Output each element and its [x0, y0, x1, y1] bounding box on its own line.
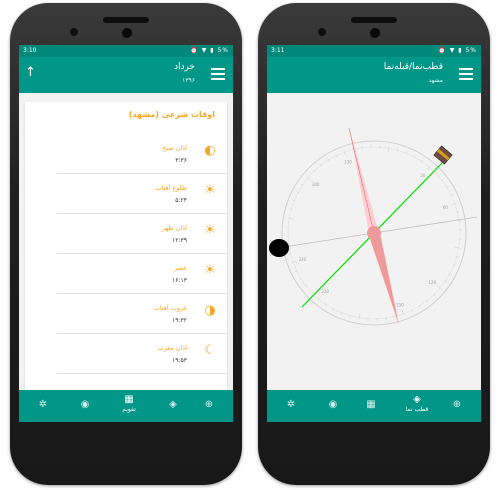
prayer-time: ۱۹:۵۳ — [172, 357, 187, 364]
needle-hub — [367, 226, 381, 240]
compass-tick — [287, 217, 294, 220]
compass-dial: 30 60 120 150 210 240 300 330 — [269, 127, 478, 326]
app-bar: ↑ خرداد ۱۳۹۶ — [19, 57, 233, 93]
nav-calendar-icon[interactable]: ▦ — [353, 390, 389, 422]
nav-compass-icon[interactable]: ◈ — [155, 390, 191, 422]
compass-tick-label: 330 — [344, 160, 352, 165]
needle-north — [349, 128, 379, 233]
bottom-nav: ⊕ ◈ قطب نما ▦ ◉ ✲ — [267, 390, 481, 422]
prayer-row: ☀ طلوع آفتاب ۵:۲۴ — [57, 175, 227, 214]
prayer-row: ☾ اذان مغرب ۱۹:۵۳ — [57, 335, 227, 374]
sun-icon: ☀ — [204, 263, 216, 278]
prayer-row: ☀ اذان ظهر ۱۲:۳۹ — [57, 215, 227, 254]
compass-tick — [397, 148, 399, 152]
card-title: اوقات شرعی (مشهد) — [128, 110, 215, 119]
compass-tick-label: 60 — [443, 205, 449, 210]
prayer-times-card: اوقات شرعی (مشهد) ◐ اذان صبح ۳:۳۶ ☀ طلوع آفت… — [25, 102, 227, 390]
status-icons: ⏰ ▼ ▮ 5% — [438, 47, 477, 54]
nav-globe-icon[interactable]: ◉ — [315, 390, 351, 422]
compass-area: 30 60 120 150 210 240 300 330 — [267, 93, 481, 390]
screen-compass: 3:11 ⏰ ▼ ▮ 5% قطب‌نما/قبله‌نما مشهد 30 60… — [267, 45, 481, 422]
sun-marker-icon — [269, 239, 289, 257]
kaaba-icon — [433, 145, 453, 165]
compass-tick-label: 300 — [312, 182, 320, 187]
compass-tick — [401, 309, 405, 316]
calendar-icon: ▦ — [124, 394, 134, 405]
page-subtitle: ۱۳۹۶ — [182, 77, 195, 84]
sun-icon: ☀ — [204, 183, 216, 198]
prayer-time: ۱۶:۱۳ — [172, 277, 187, 284]
compass-tick — [288, 253, 292, 255]
speaker — [351, 17, 397, 23]
nav-calendar-label: تقویم — [122, 406, 136, 413]
prayer-time: ۱۲:۳۹ — [172, 237, 187, 244]
sunset-icon: ◑ — [204, 303, 216, 318]
page-title: قطب‌نما/قبله‌نما — [383, 62, 443, 72]
status-icons: ⏰ ▼ ▮ 5% — [190, 47, 229, 54]
front-camera — [121, 27, 133, 39]
nav-calendar[interactable]: ▦ تقویم — [111, 390, 147, 422]
page-subtitle: مشهد — [428, 77, 443, 84]
prayer-name: اذان صبح — [161, 144, 187, 152]
prayer-name: عصر — [173, 264, 187, 272]
compass-icon: ◈ — [413, 394, 421, 405]
screen-calendar: 3:10 ⏰ ▼ ▮ 5% ↑ خرداد ۱۳۹۶ اوقات شرعی (م… — [19, 45, 233, 422]
prayer-name: اذان مغرب — [157, 344, 187, 352]
nav-compass-label: قطب نما — [405, 406, 429, 413]
status-time: 3:10 — [23, 47, 37, 54]
prayer-time: ۵:۲۴ — [175, 197, 187, 204]
menu-icon[interactable] — [211, 68, 225, 80]
nav-compass[interactable]: ◈ قطب نما — [399, 390, 435, 422]
compass-tick — [289, 208, 293, 210]
sunrise-icon: ◐ — [204, 143, 216, 158]
needle-south — [368, 233, 399, 325]
front-camera — [369, 27, 381, 39]
compass-tick — [387, 146, 390, 153]
compass-tick — [394, 315, 396, 319]
needle-north-edge — [348, 127, 375, 234]
phone-left: 3:10 ⏰ ▼ ▮ 5% ↑ خرداد ۱۳۹۶ اوقات شرعی (م… — [10, 3, 242, 485]
menu-icon[interactable] — [459, 68, 473, 80]
prayer-name: اذان ظهر — [161, 224, 187, 232]
compass-tick-label: 150 — [396, 302, 404, 307]
sensor — [70, 28, 78, 36]
compass-tick — [343, 150, 347, 157]
bottom-nav: ⊕ ◈ ▦ تقویم ◉ ✲ — [19, 390, 233, 422]
nav-add-icon[interactable]: ⊕ — [191, 390, 227, 422]
prayer-time: ۱۹:۳۲ — [172, 317, 187, 324]
compass-tick — [450, 202, 457, 206]
nav-globe-icon[interactable]: ◉ — [67, 390, 103, 422]
prayer-row: ◐ اذان صبح ۳:۳۶ — [57, 135, 227, 174]
compass-tick — [454, 246, 461, 249]
prayer-row: ◑ غروب آفتاب ۱۹:۳۲ — [57, 295, 227, 334]
sensor — [318, 28, 326, 36]
moon-icon: ☾ — [204, 343, 216, 358]
compass-tick — [358, 313, 361, 320]
prayer-row: ☀ عصر ۱۶:۱۳ — [57, 255, 227, 294]
compass-tick-label: 210 — [321, 289, 329, 294]
speaker — [103, 17, 149, 23]
prayer-time: ۳:۳۶ — [175, 157, 187, 164]
status-bar: 3:11 ⏰ ▼ ▮ 5% — [267, 45, 481, 57]
compass-tick — [455, 256, 459, 258]
compass-tick — [349, 314, 351, 318]
compass-tick-label: 30 — [420, 173, 426, 178]
app-bar: قطب‌نما/قبله‌نما مشهد — [267, 57, 481, 93]
nav-add-icon[interactable]: ⊕ — [439, 390, 475, 422]
page-title: خرداد — [173, 62, 195, 72]
status-time: 3:11 — [271, 47, 285, 54]
compass-tick-label: 120 — [428, 280, 436, 285]
nav-settings-icon[interactable]: ✲ — [273, 390, 309, 422]
status-bar: 3:10 ⏰ ▼ ▮ 5% — [19, 45, 233, 57]
compass-tick — [456, 211, 460, 213]
arrow-up-icon[interactable]: ↑ — [25, 65, 36, 81]
prayer-name: غروب آفتاب — [153, 304, 187, 312]
nav-settings-icon[interactable]: ✲ — [25, 390, 61, 422]
phone-right: 3:11 ⏰ ▼ ▮ 5% قطب‌نما/قبله‌نما مشهد 30 60… — [258, 3, 490, 485]
prayer-name: طلوع آفتاب — [155, 184, 187, 192]
sun-icon: ☀ — [204, 223, 216, 238]
compass-tick-label: 240 — [299, 257, 307, 262]
compass-tick — [291, 260, 298, 264]
